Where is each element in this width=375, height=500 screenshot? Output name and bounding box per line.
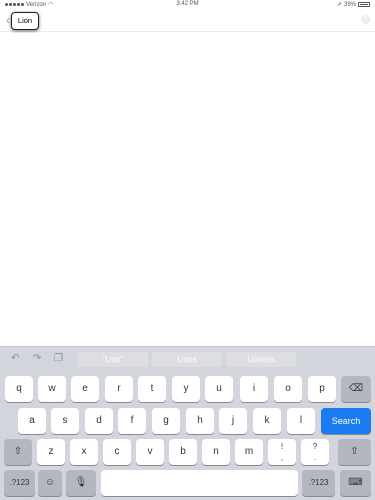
key-o[interactable]: o: [274, 376, 302, 402]
microphone-icon: 🎙: [74, 477, 88, 488]
undo-icon[interactable]: ↶: [11, 353, 19, 364]
key-y[interactable]: y: [172, 376, 200, 402]
punct-top: !: [280, 442, 284, 451]
status-right: ➚ 39%: [337, 1, 370, 8]
search-nav-bar: ‹ ×: [0, 10, 375, 32]
key-i[interactable]: i: [240, 376, 268, 402]
key-exclamation-comma[interactable]: ! ,: [268, 439, 296, 465]
key-z[interactable]: z: [37, 439, 65, 465]
key-e[interactable]: e: [71, 376, 99, 402]
emoji-key[interactable]: ☺: [38, 470, 62, 496]
punct-top: ?: [312, 442, 318, 451]
key-p[interactable]: p: [308, 376, 336, 402]
search-key[interactable]: Search: [321, 408, 371, 434]
emoji-icon: ☺: [44, 477, 56, 488]
delete-key[interactable]: ⌫: [341, 376, 371, 402]
space-bar[interactable]: [101, 470, 298, 496]
key-k[interactable]: k: [253, 408, 281, 434]
key-d[interactable]: d: [85, 408, 113, 434]
key-l[interactable]: l: [287, 408, 315, 434]
key-u[interactable]: u: [205, 376, 233, 402]
key-s[interactable]: s: [51, 408, 79, 434]
key-b[interactable]: b: [169, 439, 197, 465]
location-arrow-icon: ➚: [336, 2, 342, 8]
hide-keyboard-key[interactable]: ⌨: [340, 470, 371, 496]
punct-bottom: .: [313, 453, 317, 462]
predictive-bar: ↶ ↷ ❐ "Lion" Lions Lioness: [0, 347, 375, 373]
status-bar: Verizon ◠ 3:42 PM ➚ 39%: [0, 0, 375, 10]
battery-icon: [358, 2, 370, 7]
dictation-key[interactable]: 🎙: [66, 470, 96, 496]
key-n[interactable]: n: [202, 439, 230, 465]
search-results-area: [0, 33, 375, 346]
key-j[interactable]: j: [219, 408, 247, 434]
key-q[interactable]: q: [5, 376, 33, 402]
status-time: 3:42 PM: [176, 1, 199, 7]
keyboard-dismiss-icon: ⌨: [348, 477, 363, 488]
shift-icon: ⇧: [13, 446, 23, 457]
numbers-key-left[interactable]: .?123: [4, 470, 35, 496]
key-f[interactable]: f: [118, 408, 146, 434]
back-chevron-icon[interactable]: ‹: [6, 13, 10, 27]
key-c[interactable]: c: [103, 439, 131, 465]
key-a[interactable]: a: [18, 408, 46, 434]
key-v[interactable]: v: [136, 439, 164, 465]
key-g[interactable]: g: [152, 408, 180, 434]
key-x[interactable]: x: [70, 439, 98, 465]
battery-percent: 39%: [343, 1, 356, 8]
punct-bottom: ,: [280, 453, 284, 462]
numbers-key-right[interactable]: .?123: [302, 470, 335, 496]
redo-icon[interactable]: ↷: [33, 353, 41, 364]
suggestion-1[interactable]: "Lion": [78, 352, 148, 367]
suggestion-2[interactable]: Lions: [152, 352, 222, 367]
shift-key-right[interactable]: ⇧: [338, 439, 371, 465]
key-w[interactable]: w: [38, 376, 66, 402]
keyboard: ↶ ↷ ❐ "Lion" Lions Lioness q w e r t y u…: [0, 346, 375, 500]
shift-key-left[interactable]: ⇧: [4, 439, 32, 465]
clear-search-icon[interactable]: ×: [361, 15, 370, 24]
backspace-icon: ⌫: [348, 383, 364, 394]
shift-icon: ⇧: [350, 446, 359, 457]
search-token-lion[interactable]: Lion: [11, 12, 39, 30]
paste-icon[interactable]: ❐: [54, 353, 63, 364]
suggestion-3[interactable]: Lioness: [226, 352, 296, 367]
key-t[interactable]: t: [138, 376, 166, 402]
key-question-period[interactable]: ? .: [301, 439, 329, 465]
key-r[interactable]: r: [105, 376, 133, 402]
key-m[interactable]: m: [235, 439, 263, 465]
key-h[interactable]: h: [186, 408, 214, 434]
